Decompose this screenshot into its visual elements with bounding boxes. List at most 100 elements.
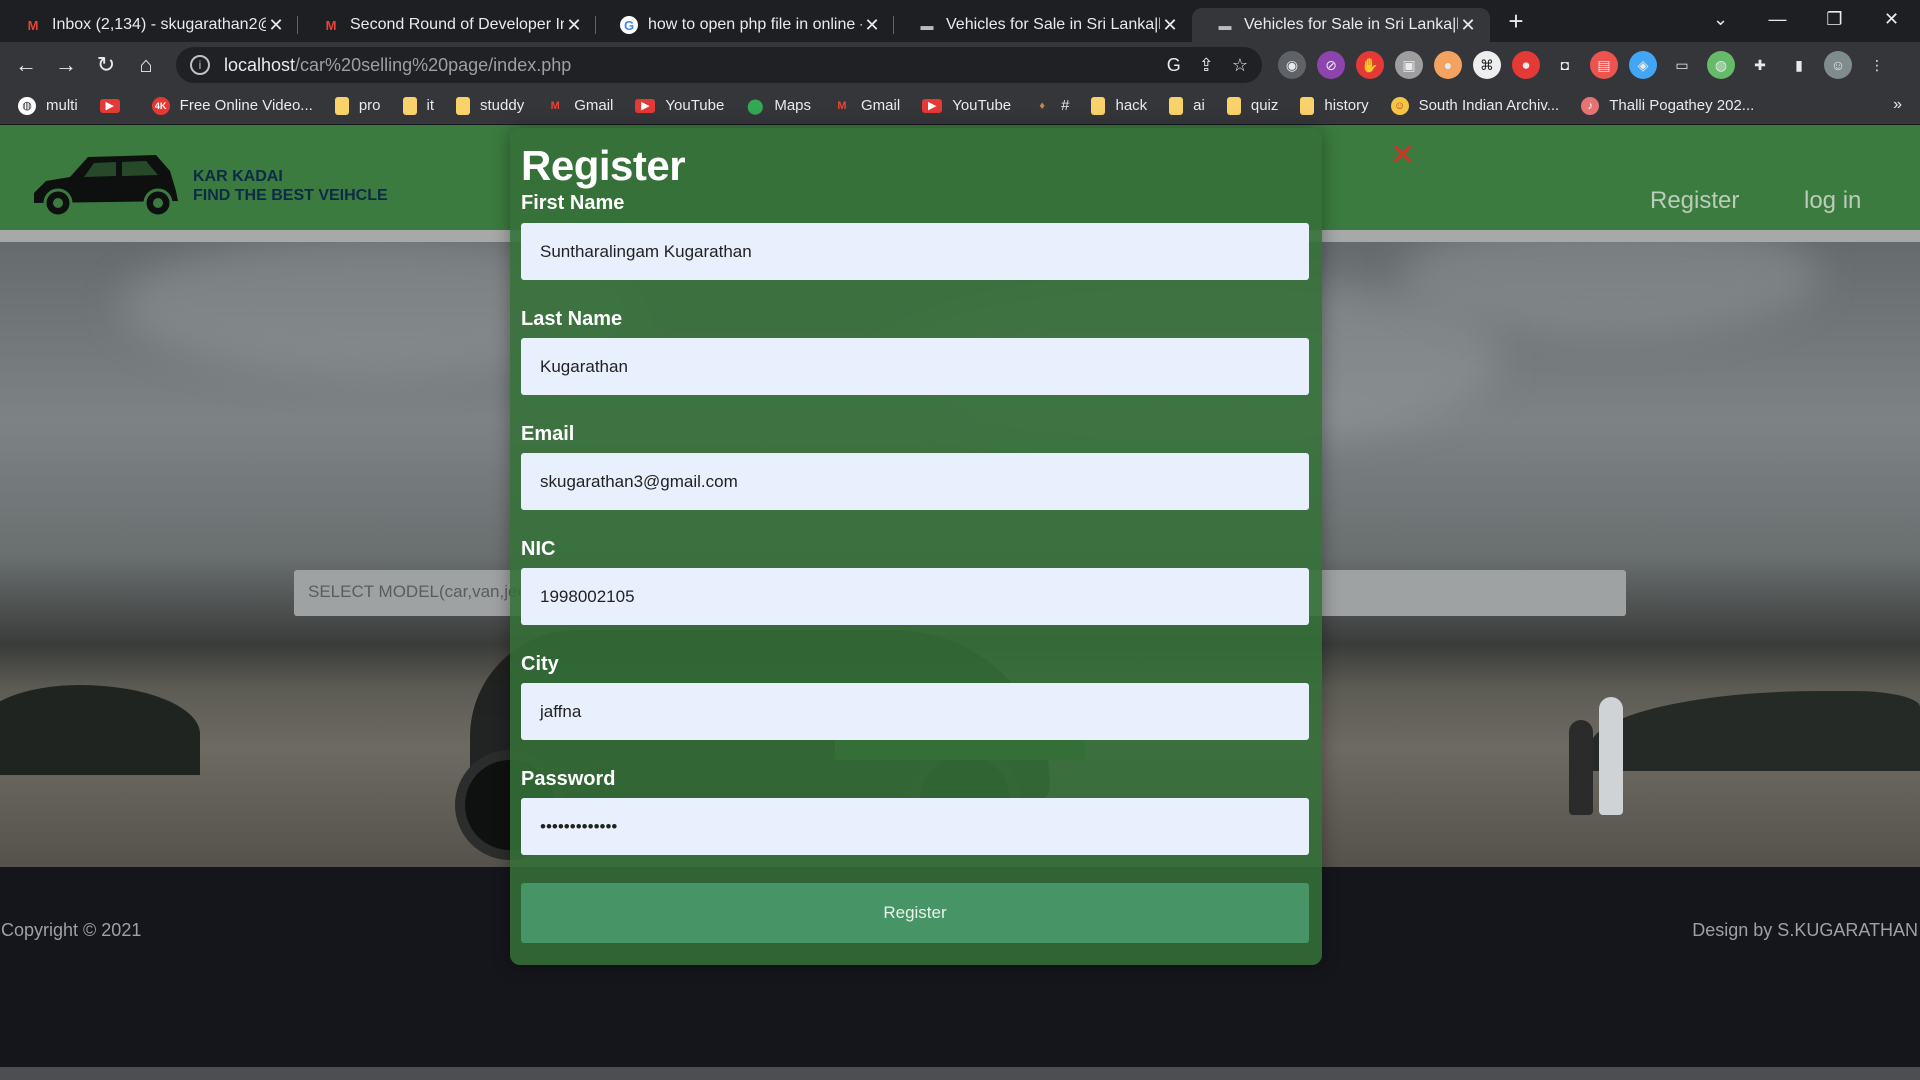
bookmark-item[interactable]: history [1300, 96, 1369, 115]
extension-icon[interactable]: ⌘ [1473, 51, 1501, 79]
browser-tab[interactable]: M Inbox (2,134) - skugarathan2@gmail.com… [0, 8, 298, 42]
back-icon[interactable]: ← [6, 52, 46, 78]
browser-tab[interactable]: M Second Round of Developer Interview ✕ [298, 8, 596, 42]
nic-label: NIC [521, 538, 556, 560]
city-label: City [521, 653, 559, 675]
tab-search-icon[interactable]: ⌄ [1692, 9, 1749, 30]
share-icon[interactable]: ⇪ [1199, 55, 1214, 76]
extension-icon[interactable]: ◈ [1629, 51, 1657, 79]
bookmark-item[interactable]: ♪ Thalli Pogathey 202... [1581, 96, 1754, 115]
camera-icon[interactable]: ◉ [1278, 51, 1306, 79]
close-tab-icon[interactable]: ✕ [862, 15, 882, 36]
bookmark-star-icon[interactable]: ☆ [1232, 55, 1248, 76]
island-right [1590, 691, 1920, 771]
google-lens-icon[interactable]: G [1167, 55, 1181, 76]
address-bar[interactable]: i localhost/car%20selling%20page/index.p… [176, 47, 1262, 83]
close-tab-icon[interactable]: ✕ [1458, 15, 1478, 36]
minimize-icon[interactable]: — [1749, 9, 1806, 30]
bookmark-item[interactable]: ▶ YouTube [922, 97, 1011, 114]
car-logo-icon [34, 155, 178, 218]
horizontal-scrollbar[interactable] [0, 1067, 1920, 1080]
browser-tab[interactable]: ▬ Vehicles for Sale in Sri Lanka|kar kad… [894, 8, 1192, 42]
side-panel-icon[interactable]: ▮ [1785, 51, 1813, 79]
bookmark-item[interactable]: 4K Free Online Video... [151, 96, 313, 115]
new-tab-button[interactable]: + [1496, 6, 1536, 37]
more-bookmarks-icon[interactable]: » [1893, 96, 1902, 114]
extension-icon[interactable]: ▤ [1590, 51, 1618, 79]
reload-icon[interactable]: ↻ [86, 52, 126, 78]
bookmark-label: quiz [1250, 97, 1279, 114]
bookmark-item[interactable]: ♦ # [1033, 97, 1069, 115]
bookmark-item[interactable]: ai [1169, 96, 1205, 115]
first-name-field[interactable]: Suntharalingam Kugarathan [521, 223, 1309, 280]
extension-icon[interactable]: ⊘ [1317, 51, 1345, 79]
email-label: Email [521, 423, 575, 445]
extension-icon[interactable]: ● [1434, 51, 1462, 79]
bookmark-label: YouTube [665, 97, 725, 114]
globe-icon: ◍ [18, 96, 36, 115]
bookmark-label: YouTube [952, 97, 1012, 114]
close-icon[interactable]: ✕ [1390, 138, 1415, 173]
maps-icon: ⬤ [746, 97, 764, 115]
password-field[interactable]: ••••••••••••• [521, 798, 1309, 855]
gmail-icon: M [325, 17, 337, 33]
bookmark-label: multi [46, 97, 78, 114]
window-controls: ⌄ — ❐ ✕ [1692, 0, 1920, 38]
gmail-icon: M [27, 17, 39, 33]
bookmark-item[interactable]: M Gmail [833, 97, 900, 115]
browser-tab-active[interactable]: ▬ Vehicles for Sale in Sri Lanka|kar kad… [1192, 8, 1490, 42]
tab-title: Vehicles for Sale in Sri Lanka|kar kadai [1244, 16, 1458, 33]
close-tab-icon[interactable]: ✕ [1160, 15, 1180, 36]
folder-icon [1300, 96, 1315, 115]
avatar[interactable]: ☺ [1824, 51, 1852, 79]
bookmark-item[interactable]: it [402, 96, 434, 115]
menu-icon[interactable]: ⋮ [1863, 51, 1891, 79]
extension-icon[interactable]: ▣ [1395, 51, 1423, 79]
puzzle-icon[interactable]: ✚ [1746, 51, 1774, 79]
nav-login-link[interactable]: log in [1804, 187, 1861, 215]
bookmark-item[interactable]: ▶ [99, 98, 130, 113]
extension-icon[interactable]: ▭ [1668, 51, 1696, 79]
bookmark-item[interactable]: quiz [1226, 96, 1279, 115]
folder-icon [1091, 96, 1106, 115]
close-tab-icon[interactable]: ✕ [564, 15, 584, 36]
extension-icon[interactable]: ◍ [1707, 51, 1735, 79]
screenshot-icon[interactable]: ◘ [1551, 51, 1579, 79]
car-icon: ▬ [920, 17, 934, 33]
nav-register-link[interactable]: Register [1650, 187, 1739, 215]
bookmark-label: South Indian Archiv... [1418, 97, 1560, 114]
forward-icon[interactable]: → [46, 52, 86, 78]
bookmark-item[interactable]: ▶ YouTube [635, 97, 724, 114]
bookmark-label: Maps [774, 97, 812, 114]
bookmark-item[interactable]: ⬤ Maps [746, 97, 811, 115]
bookmark-label: hack [1115, 97, 1148, 114]
folder-icon [456, 96, 470, 115]
bookmark-item[interactable]: M Gmail [546, 97, 614, 115]
home-icon[interactable]: ⌂ [126, 52, 166, 78]
close-window-icon[interactable]: ✕ [1863, 9, 1920, 30]
nic-field[interactable]: 1998002105 [521, 568, 1309, 625]
url-path: /car%20selling%20page/index.php [295, 54, 572, 75]
browser-tab[interactable]: G how to open php file in online - Googl… [596, 8, 894, 42]
tab-title: Second Round of Developer Interview [350, 16, 564, 33]
extension-icon[interactable]: ⏺ [1512, 51, 1540, 79]
email-field[interactable]: skugarathan3@gmail.com [521, 453, 1309, 510]
restore-icon[interactable]: ❐ [1806, 9, 1863, 30]
youtube-icon: ▶ [99, 98, 120, 113]
city-field[interactable]: jaffna [521, 683, 1309, 740]
folder-icon [402, 96, 417, 115]
brand-text[interactable]: KAR KADAI FIND THE BEST VEIHCLE [193, 167, 388, 205]
walking-couple [1565, 690, 1635, 815]
last-name-field[interactable]: Kugarathan [521, 338, 1309, 395]
extension-icon[interactable]: ✋ [1356, 51, 1384, 79]
bookmark-item[interactable]: pro [334, 96, 381, 115]
4k-icon: 4K [151, 96, 170, 115]
last-name-label: Last Name [521, 308, 623, 330]
bookmark-item[interactable]: ◍ multi [18, 96, 78, 115]
bookmark-item[interactable]: hack [1091, 96, 1148, 115]
site-info-icon[interactable]: i [190, 55, 210, 75]
register-submit-button[interactable]: Register [521, 883, 1309, 943]
bookmark-item[interactable]: studdy [456, 96, 524, 115]
close-tab-icon[interactable]: ✕ [266, 15, 286, 36]
bookmark-item[interactable]: ☺ South Indian Archiv... [1390, 96, 1560, 115]
